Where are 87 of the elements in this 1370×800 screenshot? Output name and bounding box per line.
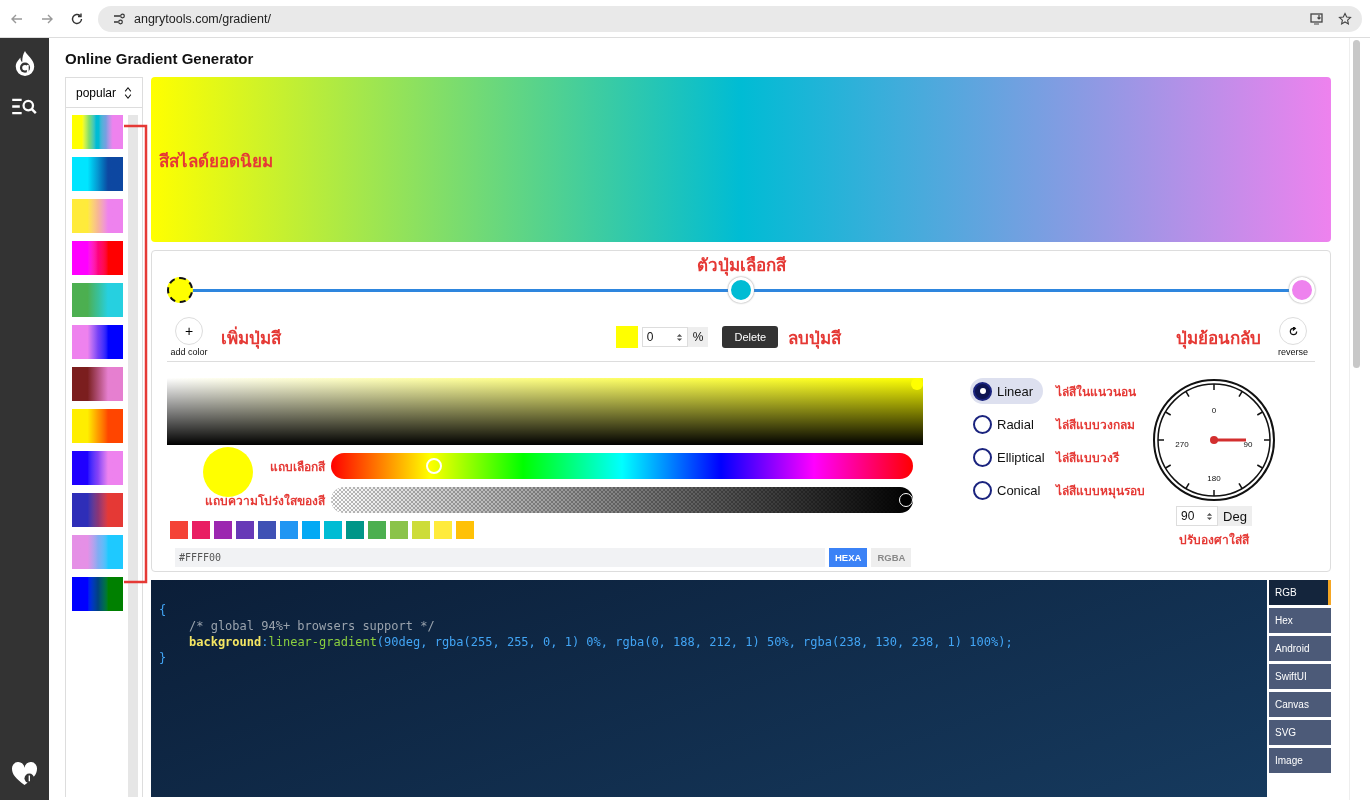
gradient-type-option[interactable]: Radial — [970, 411, 1044, 437]
annotation: ไล่สีแบบหมุนรอบ — [1056, 482, 1146, 500]
color-swatch[interactable] — [280, 521, 298, 539]
annotation: ปุ่มย้อนกลับ — [1176, 326, 1261, 351]
annotation: สีสไลด์ยอดนิยม — [159, 150, 273, 173]
gradient-type-option[interactable]: Elliptical — [970, 444, 1055, 470]
color-swatch[interactable] — [302, 521, 320, 539]
code-comment: /* global 94%+ browsers support */ — [188, 618, 436, 634]
gradient-swatch[interactable] — [72, 493, 123, 527]
color-swatch[interactable] — [346, 521, 364, 539]
star-icon[interactable] — [1338, 11, 1352, 26]
page-title: Online Gradient Generator — [65, 50, 255, 67]
spinner-icon[interactable] — [675, 331, 683, 343]
code-format-tab[interactable]: Image — [1269, 748, 1331, 773]
annotation: แถบเลือกสี — [270, 458, 325, 476]
reverse-label: reverse — [1278, 347, 1308, 357]
color-preview-swatch[interactable] — [615, 326, 638, 348]
gradient-swatch[interactable] — [72, 115, 123, 149]
add-color-label: add color — [170, 347, 208, 357]
saturation-area[interactable] — [167, 378, 923, 445]
color-swatch[interactable] — [192, 521, 210, 539]
color-swatch[interactable] — [368, 521, 386, 539]
code-format-tab[interactable]: Hex — [1269, 608, 1331, 633]
color-swatch[interactable] — [456, 521, 474, 539]
code-line: { — [159, 602, 168, 618]
code-format-tab[interactable]: Android — [1269, 636, 1331, 661]
position-input[interactable]: 0 — [641, 327, 688, 347]
gradient-swatch[interactable] — [72, 409, 123, 443]
annotation: แถบความโปร่งใสของสี — [205, 492, 325, 510]
gradient-swatch[interactable] — [72, 535, 123, 569]
gradient-swatch[interactable] — [72, 157, 123, 191]
annotation: ไล่สีแบบวงกลม — [1056, 416, 1136, 434]
code-format-tab[interactable]: SwiftUI — [1269, 664, 1331, 689]
annotation: ตัวปุ่มเลือกสี — [696, 254, 786, 278]
alpha-slider[interactable] — [331, 487, 913, 513]
unit-label: % — [687, 327, 709, 347]
gradient-swatch[interactable] — [72, 367, 123, 401]
hue-slider[interactable] — [331, 453, 913, 479]
color-stop-handle[interactable] — [167, 277, 193, 303]
heart-icon[interactable] — [11, 761, 38, 786]
reverse-icon — [1288, 326, 1298, 336]
scrollbar-thumb[interactable] — [1353, 40, 1360, 368]
gradient-type-option[interactable]: Linear — [970, 378, 1044, 404]
address-bar[interactable]: angrytools.com/gradient/ — [98, 5, 1362, 32]
code-format-tab[interactable]: RGB — [1269, 580, 1331, 605]
saturation-handle[interactable] — [911, 378, 923, 390]
annotation: ไล่สีแบบวงรี — [1056, 449, 1121, 467]
color-value-field[interactable]: #FFFF00 — [175, 548, 825, 567]
annotation: ลบปุ่มสี — [788, 326, 842, 351]
reload-icon[interactable] — [70, 11, 84, 26]
gradient-swatch[interactable] — [72, 577, 123, 611]
delete-button[interactable]: Delete — [722, 326, 779, 348]
annotation: ปรับองศาใส่สี — [1179, 531, 1249, 549]
menu-search-icon[interactable] — [11, 98, 38, 115]
add-color-button[interactable]: + — [175, 317, 203, 345]
color-swatch[interactable] — [324, 521, 342, 539]
code-format-tab[interactable]: Canvas — [1269, 692, 1331, 717]
color-swatch[interactable] — [170, 521, 188, 539]
color-swatch[interactable] — [412, 521, 430, 539]
code-line: } — [159, 650, 168, 666]
color-swatch[interactable] — [258, 521, 276, 539]
code-format-tab[interactable]: SVG — [1269, 720, 1331, 745]
reverse-button[interactable] — [1279, 317, 1307, 345]
color-swatch[interactable] — [214, 521, 232, 539]
alpha-handle[interactable] — [899, 493, 913, 507]
install-icon[interactable] — [1310, 11, 1324, 26]
site-settings-icon[interactable] — [112, 11, 126, 26]
gradient-type-option[interactable]: Conical — [970, 477, 1051, 503]
gradient-swatch[interactable] — [72, 283, 123, 317]
annotation: เพิ่มปุ่มสี — [221, 325, 281, 351]
unit-label: Deg — [1218, 506, 1252, 526]
angle-input[interactable]: 90 — [1176, 506, 1219, 526]
gradient-swatch[interactable] — [72, 451, 123, 485]
color-swatch[interactable] — [236, 521, 254, 539]
format-tab[interactable]: HEXA — [829, 548, 868, 567]
code-line: background:linear-gradient(90deg, rgba(255, 255, 0, 1) 0%, rgba(0, 188, 212, 1) 50%, rgba(238, 130, 238, 1) 100%); — [188, 634, 1014, 650]
sort-arrows-icon — [124, 85, 132, 100]
gradient-swatch[interactable] — [72, 325, 123, 359]
color-swatch[interactable] — [390, 521, 408, 539]
angle-dial[interactable]: 0 90 180 270 — [1152, 378, 1276, 502]
gradient-swatch[interactable] — [72, 199, 123, 233]
gradient-swatch[interactable] — [72, 241, 123, 275]
url-text: angrytools.com/gradient/ — [134, 11, 271, 26]
color-swatch[interactable] — [434, 521, 452, 539]
annotation: ไล่สีในแนวนอน — [1056, 383, 1137, 401]
hue-handle[interactable] — [426, 458, 443, 474]
spinner-icon[interactable] — [1206, 510, 1214, 522]
